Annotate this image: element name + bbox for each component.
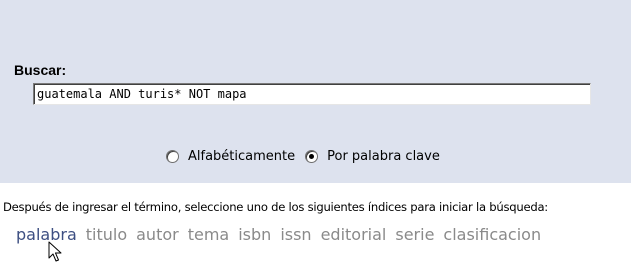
index-link-issn[interactable]: issn: [280, 225, 311, 244]
search-input[interactable]: [33, 83, 591, 105]
sort-options: Alfabéticamente Por palabra clave: [166, 146, 440, 166]
radio-keyword-label[interactable]: Por palabra clave: [327, 149, 440, 164]
index-link-tema[interactable]: tema: [188, 225, 230, 244]
index-links: palabra titulo autor tema isbn issn edit…: [16, 225, 550, 244]
search-label: Buscar:: [14, 62, 67, 78]
index-link-isbn[interactable]: isbn: [238, 225, 271, 244]
index-link-editorial[interactable]: editorial: [321, 225, 387, 244]
index-link-serie[interactable]: serie: [395, 225, 434, 244]
index-link-palabra[interactable]: palabra: [16, 225, 77, 244]
radio-keyword[interactable]: [305, 149, 319, 163]
index-link-titulo[interactable]: titulo: [86, 225, 127, 244]
search-instruction: Después de ingresar el término, seleccio…: [3, 200, 548, 214]
radio-alphabetical-label[interactable]: Alfabéticamente: [188, 149, 295, 164]
arrow-cursor-icon: [48, 241, 62, 262]
index-link-autor[interactable]: autor: [136, 225, 179, 244]
index-link-clasificacion[interactable]: clasificacion: [443, 225, 541, 244]
radio-alphabetical[interactable]: [166, 149, 179, 163]
search-panel: Buscar: Alfabéticamente Por palabra clav…: [0, 0, 631, 183]
